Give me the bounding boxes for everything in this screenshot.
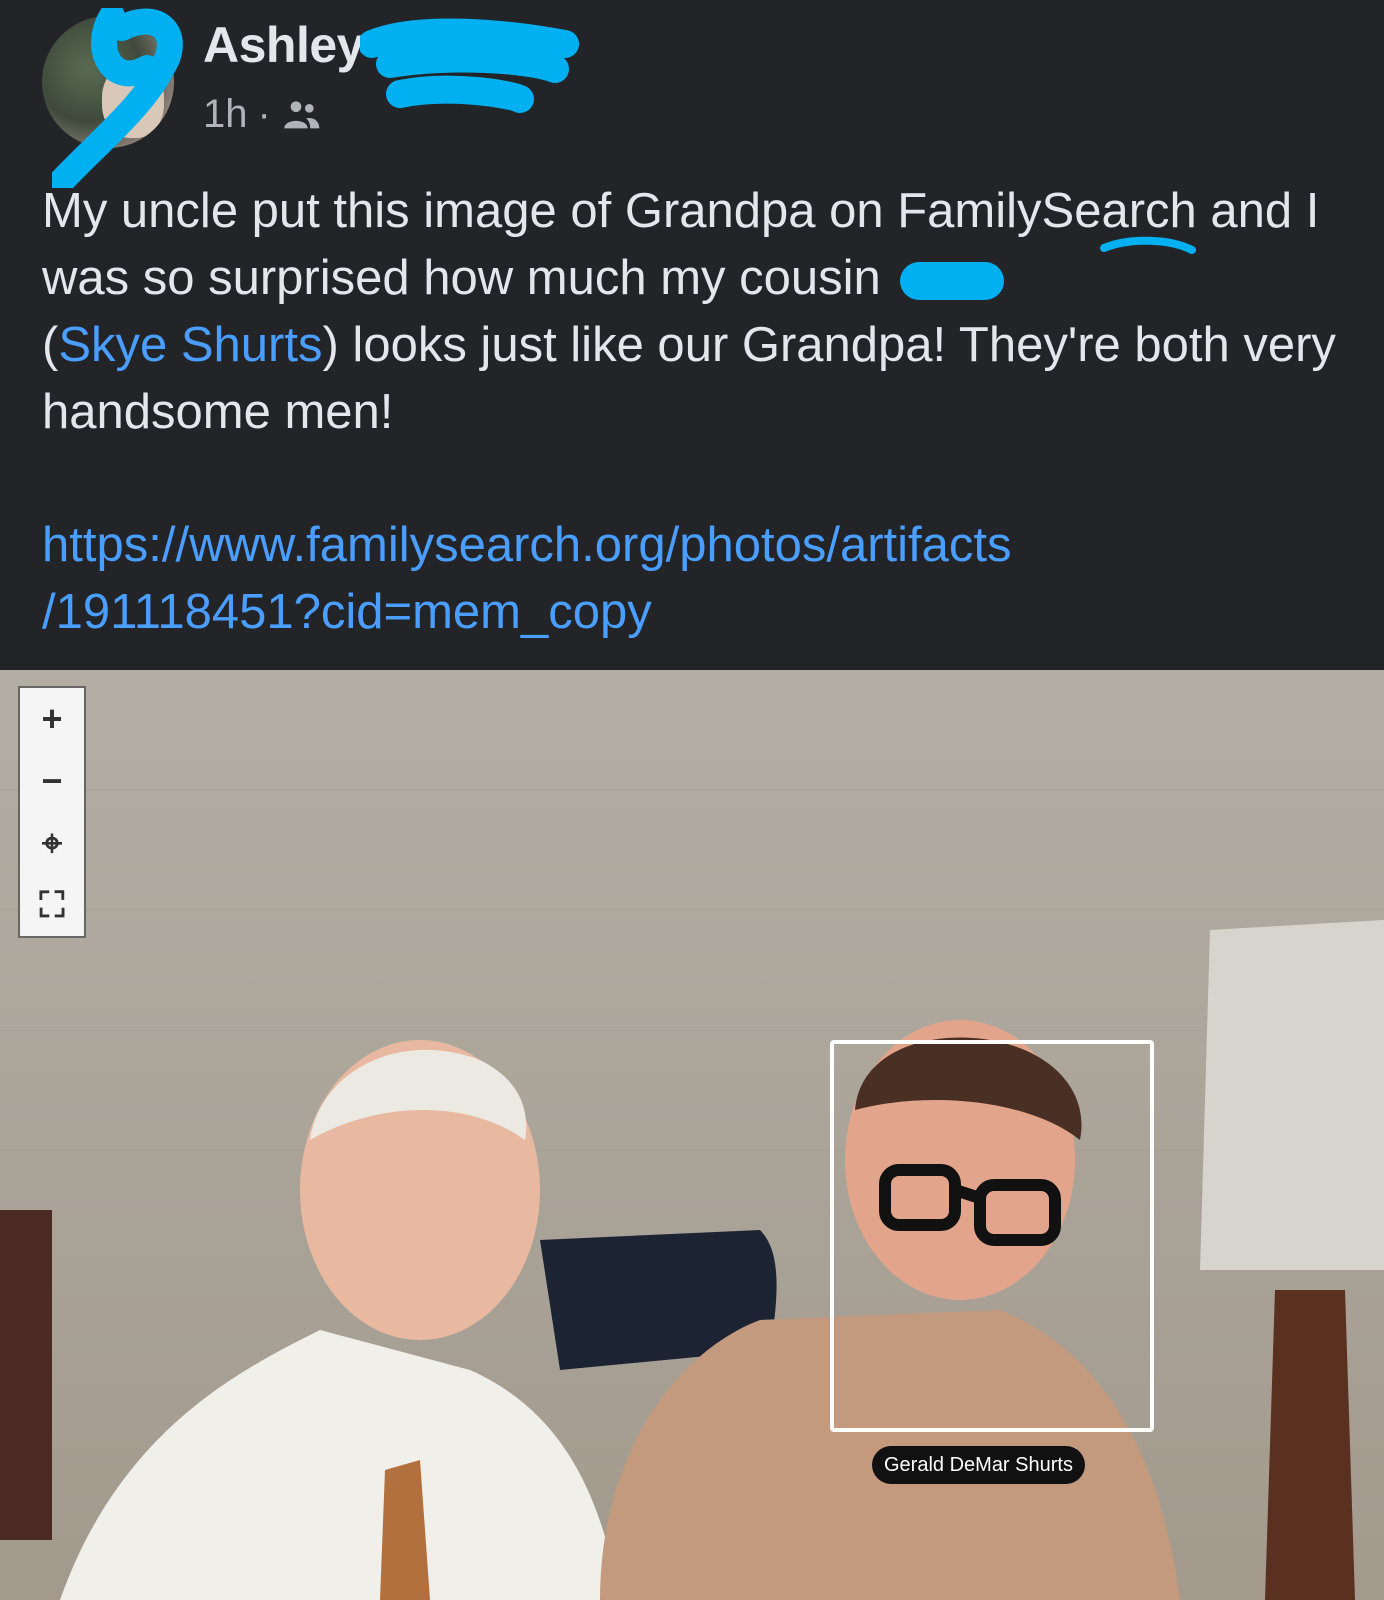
post-header: Ashley 1h ·: [0, 0, 1384, 188]
zoom-controls: + − ⌖ ⛶: [18, 686, 86, 938]
zoom-in-button[interactable]: +: [20, 688, 84, 750]
post-paren-open: (: [42, 318, 59, 372]
post-meta: 1h ·: [203, 92, 321, 137]
familysearch-link[interactable]: https://www.familysearch.org/photos/arti…: [42, 512, 1342, 646]
redaction-scribble-name: [360, 18, 579, 113]
zoom-out-button[interactable]: −: [20, 750, 84, 812]
face-tag-label[interactable]: Gerald DeMar Shurts: [872, 1446, 1085, 1484]
redaction-scribble-search: [1100, 236, 1196, 254]
fullscreen-icon[interactable]: ⛶: [20, 874, 84, 936]
recenter-icon[interactable]: ⌖: [20, 812, 84, 874]
friends-icon[interactable]: [281, 95, 321, 135]
link-line-1[interactable]: https://www.familysearch.org/photos/arti…: [42, 512, 1342, 579]
post-body: My uncle put this image of Grandpa on Fa…: [42, 178, 1342, 446]
mention-link[interactable]: Skye Shurts: [58, 318, 322, 372]
meta-separator: ·: [257, 92, 271, 136]
photo-viewer[interactable]: [0, 670, 1384, 1600]
face-tag-box[interactable]: [830, 1040, 1154, 1432]
redaction-cousin-name: [900, 262, 1005, 301]
family-photo: [0, 789, 1384, 1600]
author-name[interactable]: Ashley: [203, 16, 364, 74]
post-time[interactable]: 1h: [203, 92, 248, 137]
link-line-2[interactable]: /191118451?cid=mem_copy: [42, 579, 1342, 646]
redaction-scribble-avatar: [52, 8, 183, 188]
